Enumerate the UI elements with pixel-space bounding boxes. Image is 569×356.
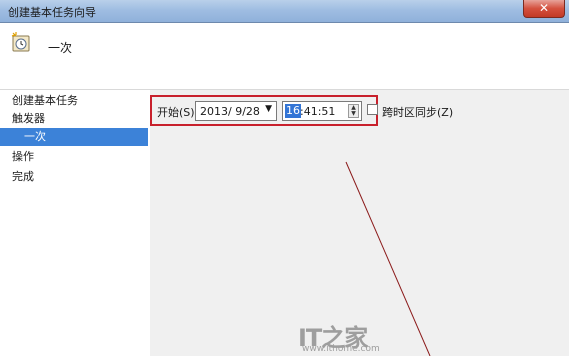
time-spin-buttons[interactable]: ▲ ▼ [348, 104, 359, 118]
start-label: 开始(S): [157, 106, 199, 119]
spin-down-icon[interactable]: ▼ [349, 111, 358, 117]
watermark: IT之家 www.ithome.com [298, 318, 388, 356]
time-rest: :41:51 [300, 105, 336, 118]
annotation-line [345, 161, 431, 356]
sync-timezone-checkbox[interactable] [367, 104, 378, 115]
start-date-value: 2013/ 9/28 [200, 105, 260, 118]
dropdown-arrow-icon[interactable]: ▼ [265, 104, 272, 114]
watermark-url: www.ithome.com [302, 344, 380, 354]
start-date-picker[interactable]: 2013/ 9/28 ▼ [195, 101, 277, 121]
sync-timezone-label[interactable]: 跨时区同步(Z) [382, 104, 453, 120]
time-hour-selected[interactable]: 16 [285, 104, 301, 118]
start-time-field[interactable]: 16 :41:51 ▲ ▼ [282, 101, 362, 121]
